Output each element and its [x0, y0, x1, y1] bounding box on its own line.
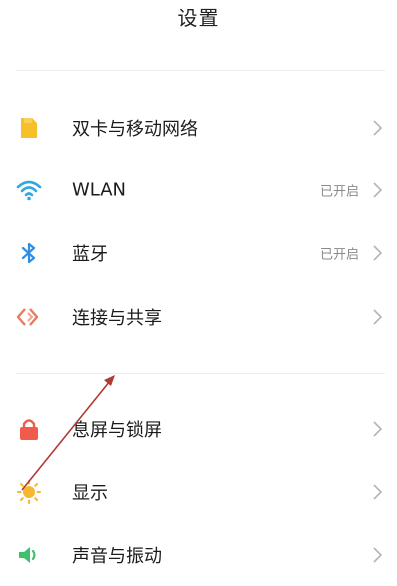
settings-item-label: 显示 — [72, 483, 108, 504]
settings-item-label: 蓝牙 — [72, 244, 108, 265]
speaker-icon — [16, 542, 42, 568]
status-text: 已开启 — [319, 247, 359, 263]
sim-card-icon — [16, 115, 42, 141]
chevron-right-icon — [373, 484, 383, 500]
settings-item-label: 双卡与移动网络 — [72, 119, 198, 140]
settings-item-wlan[interactable]: WLAN 已开启 — [0, 159, 397, 221]
sun-icon — [16, 479, 42, 505]
settings-item-display[interactable]: 显示 — [0, 461, 397, 523]
settings-item-label: 声音与振动 — [72, 546, 162, 567]
settings-item-label: WLAN — [72, 179, 127, 201]
share-connection-icon — [16, 304, 42, 330]
settings-item-bluetooth[interactable]: 蓝牙 已开启 — [0, 222, 397, 284]
bluetooth-icon — [16, 240, 42, 266]
settings-item-dual-sim[interactable]: 双卡与移动网络 — [0, 97, 397, 159]
status-text: 已开启 — [319, 184, 359, 200]
settings-item-label: 连接与共享 — [72, 308, 162, 329]
settings-item-sound-vibration[interactable]: 声音与振动 — [0, 524, 397, 586]
top-divider — [16, 70, 385, 71]
chevron-right-icon — [373, 547, 383, 563]
settings-item-lock-screen[interactable]: 息屏与锁屏 — [0, 398, 397, 460]
chevron-right-icon — [373, 309, 383, 325]
section-divider — [16, 373, 385, 374]
settings-item-label: 息屏与锁屏 — [72, 420, 162, 441]
chevron-right-icon — [373, 182, 383, 198]
chevron-right-icon — [373, 120, 383, 136]
lock-icon — [16, 416, 42, 442]
chevron-right-icon — [373, 245, 383, 261]
chevron-right-icon — [373, 421, 383, 437]
page-title: 设置 — [177, 6, 220, 30]
wifi-icon — [16, 177, 42, 203]
settings-item-connection-sharing[interactable]: 连接与共享 — [0, 286, 397, 348]
